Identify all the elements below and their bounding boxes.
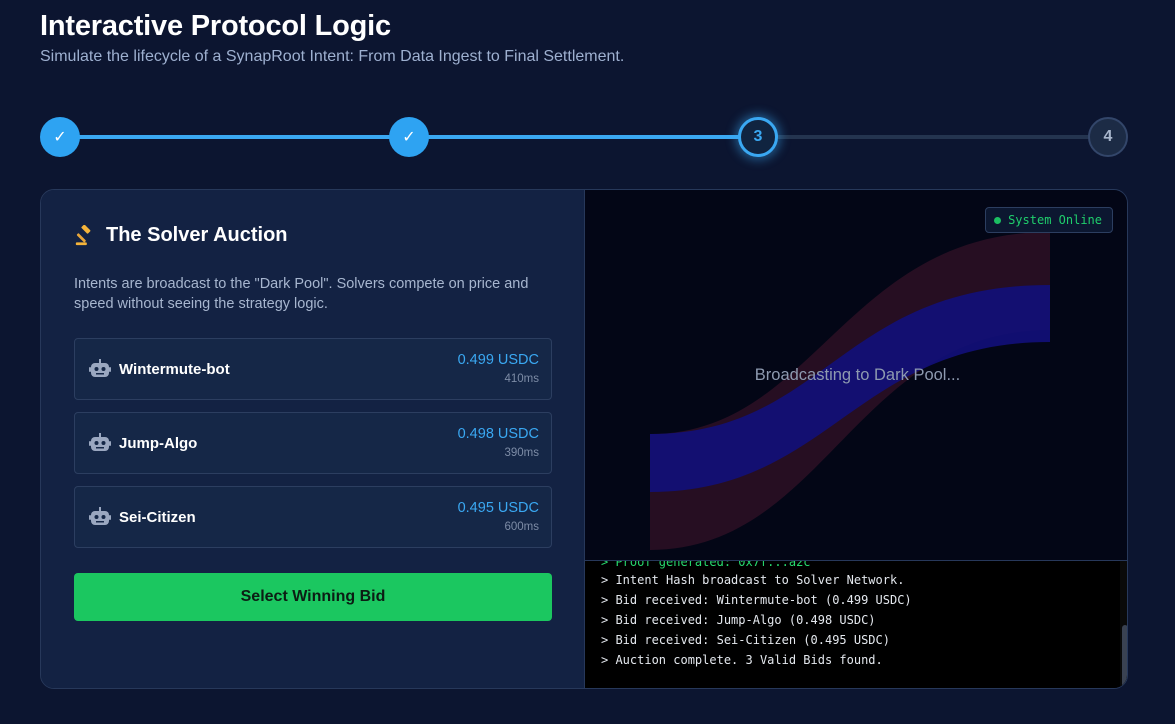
console-line: > Intent Hash broadcast to Solver Networ… — [601, 573, 905, 587]
bid-card[interactable]: Sei-Citizen 0.495 USDC 600ms — [74, 486, 552, 548]
robot-icon — [89, 359, 111, 377]
robot-icon — [89, 433, 111, 451]
select-winning-bid-button[interactable]: Select Winning Bid — [74, 573, 552, 621]
bid-price: 0.499 USDC — [457, 352, 539, 368]
bid-latency: 600ms — [504, 521, 539, 533]
console-line: > Proof generated: 0x7f...a2c — [601, 560, 811, 569]
flow-band-blue — [650, 285, 1050, 492]
auction-panel: The Solver Auction Intents are broadcast… — [41, 190, 584, 688]
page-title: Interactive Protocol Logic — [40, 10, 391, 42]
bid-price: 0.498 USDC — [457, 426, 539, 442]
bid-latency: 410ms — [504, 373, 539, 385]
solver-name: Jump-Algo — [119, 435, 198, 452]
auction-title: The Solver Auction — [106, 224, 288, 246]
step-2-check-icon[interactable]: ✓ — [389, 117, 429, 157]
console-line: > Bid received: Jump-Algo (0.498 USDC) — [601, 613, 876, 627]
robot-icon — [89, 507, 111, 525]
step-connector-2 — [409, 135, 758, 139]
console-scroll-thumb[interactable] — [1122, 625, 1127, 687]
log-console[interactable]: > Proof generated: 0x7f...a2c > Intent H… — [585, 560, 1127, 688]
solver-name: Wintermute-bot — [119, 361, 230, 378]
progress-stepper: ✓ ✓ 3 4 — [40, 117, 1128, 157]
protocol-card: The Solver Auction Intents are broadcast… — [40, 189, 1128, 689]
simulation-panel: System Online Broadcasting to Dark Pool.… — [584, 190, 1127, 688]
page-subtitle: Simulate the lifecycle of a SynapRoot In… — [40, 48, 625, 65]
step-3-active[interactable]: 3 — [738, 117, 778, 157]
step-4-pending[interactable]: 4 — [1088, 117, 1128, 157]
console-line: > Auction complete. 3 Valid Bids found. — [601, 653, 883, 667]
solver-name: Sei-Citizen — [119, 509, 196, 526]
system-status-badge: System Online — [985, 207, 1113, 233]
status-text: System Online — [1008, 213, 1102, 227]
bid-price: 0.495 USDC — [457, 500, 539, 516]
step-connector-3 — [758, 135, 1108, 139]
status-dot-icon — [994, 216, 1002, 224]
bid-latency: 390ms — [504, 447, 539, 459]
auction-description: Intents are broadcast to the "Dark Pool"… — [74, 276, 529, 312]
console-scrollbar[interactable] — [1120, 561, 1127, 688]
broadcast-status-text: Broadcasting to Dark Pool... — [754, 366, 961, 384]
bid-card[interactable]: Jump-Algo 0.498 USDC 390ms — [74, 412, 552, 474]
console-line: > Bid received: Sei-Citizen (0.495 USDC) — [601, 633, 890, 647]
bid-card[interactable]: Wintermute-bot 0.499 USDC 410ms — [74, 338, 552, 400]
auction-header: The Solver Auction — [74, 224, 288, 247]
gavel-icon — [75, 224, 91, 245]
step-connector-1 — [60, 135, 409, 139]
step-1-check-icon[interactable]: ✓ — [40, 117, 80, 157]
console-line: > Bid received: Wintermute-bot (0.499 US… — [601, 593, 912, 607]
